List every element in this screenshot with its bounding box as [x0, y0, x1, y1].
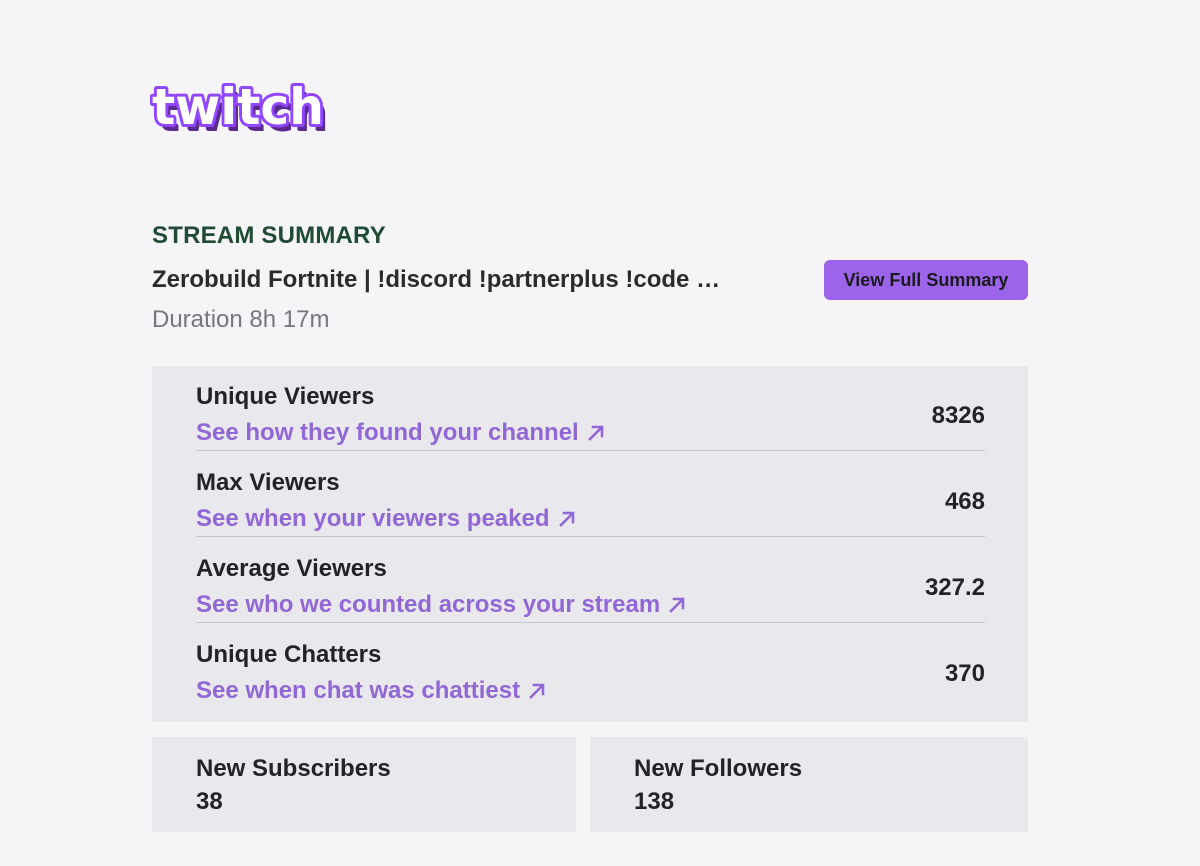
section-title: STREAM SUMMARY — [152, 222, 386, 249]
twitch-logo: twitch twitch twitch — [150, 78, 332, 142]
stat-row-unique-chatters: Unique Chatters See when chat was chatti… — [196, 624, 985, 708]
stat-label: Max Viewers — [196, 469, 340, 496]
arrow-up-right-icon — [587, 425, 604, 441]
average-viewers-link[interactable]: See who we counted across your stream — [196, 591, 686, 619]
new-subscribers-card: New Subscribers 38 — [152, 737, 576, 832]
max-viewers-link[interactable]: See when your viewers peaked — [196, 505, 576, 533]
arrow-up-right-icon — [529, 683, 545, 699]
arrow-up-right-icon — [558, 511, 574, 527]
stat-label: Unique Chatters — [196, 641, 382, 668]
stream-duration: Duration 8h 17m — [152, 306, 330, 333]
stat-row-unique-viewers: Unique Viewers See how they found your c… — [196, 366, 985, 451]
unique-viewers-link[interactable]: See how they found your channel — [196, 419, 605, 447]
stat-label: Average Viewers — [196, 555, 387, 582]
card-value: 38 — [196, 788, 223, 815]
stat-link-text: See how they found your channel — [196, 419, 579, 446]
unique-chatters-link[interactable]: See when chat was chattiest — [196, 677, 546, 705]
stat-value: 8326 — [931, 402, 985, 429]
card-value: 138 — [634, 788, 675, 815]
arrow-up-right-icon — [669, 597, 685, 613]
stat-link-text: See when chat was chattiest — [196, 677, 521, 704]
stream-title: Zerobuild Fortnite | !discord !partnerpl… — [152, 266, 721, 293]
svg-text:twitch: twitch — [152, 78, 324, 136]
stat-row-max-viewers: Max Viewers See when your viewers peaked… — [196, 452, 985, 537]
stat-value: 370 — [944, 660, 985, 687]
stat-row-average-viewers: Average Viewers See who we counted acros… — [196, 538, 985, 623]
stat-label: Unique Viewers — [196, 383, 375, 410]
stats-panel: Unique Viewers See how they found your c… — [152, 366, 1028, 722]
stat-value: 327.2 — [924, 574, 985, 601]
stat-value: 468 — [944, 488, 985, 515]
card-label: New Subscribers — [196, 755, 391, 782]
view-full-summary-button[interactable]: View Full Summary — [824, 260, 1028, 300]
stat-link-text: See who we counted across your stream — [196, 591, 661, 618]
stat-link-text: See when your viewers peaked — [196, 505, 550, 532]
new-followers-card: New Followers 138 — [590, 737, 1028, 832]
card-label: New Followers — [634, 755, 803, 782]
